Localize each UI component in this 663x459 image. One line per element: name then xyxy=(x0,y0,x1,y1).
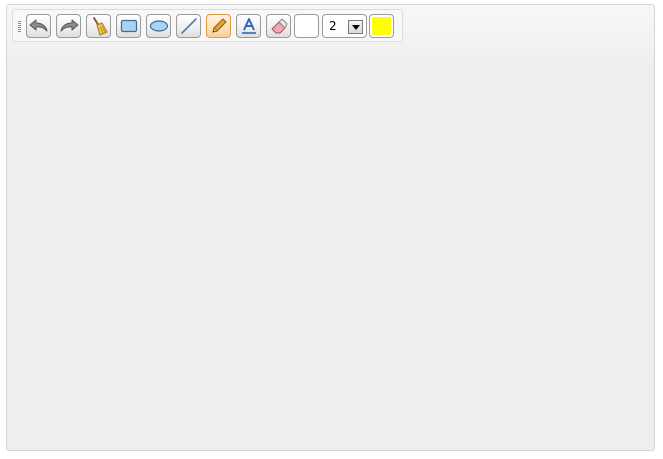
pencil-icon xyxy=(211,18,226,33)
toolbar-grip-handle[interactable] xyxy=(18,21,21,32)
redo-button[interactable] xyxy=(56,14,81,38)
line-width-select[interactable]: 2 xyxy=(322,14,367,38)
text-icon xyxy=(241,18,256,34)
redo-icon xyxy=(60,19,78,32)
eraser-icon xyxy=(271,18,287,34)
chevron-down-icon xyxy=(351,24,360,30)
drawing-toolbar: 2 xyxy=(12,9,403,42)
ellipse-icon xyxy=(149,20,168,32)
clear-button[interactable] xyxy=(86,14,111,38)
line-icon xyxy=(180,18,197,34)
broom-icon xyxy=(92,17,108,36)
stroke-color-swatch[interactable] xyxy=(369,14,394,38)
rectangle-tool-button[interactable] xyxy=(116,14,141,38)
line-tool-button[interactable] xyxy=(176,14,201,38)
eraser-tool-button[interactable] xyxy=(266,14,291,38)
line-width-value: 2 xyxy=(329,19,337,33)
ellipse-tool-button[interactable] xyxy=(146,14,171,38)
pencil-tool-button[interactable] xyxy=(206,14,231,38)
undo-button[interactable] xyxy=(26,14,51,38)
rectangle-icon xyxy=(120,19,137,33)
drawing-canvas[interactable] xyxy=(12,48,650,446)
fill-color-swatch[interactable] xyxy=(294,14,319,38)
text-tool-button[interactable] xyxy=(236,14,261,38)
undo-icon xyxy=(29,19,47,32)
dropdown-arrow[interactable] xyxy=(348,20,363,34)
stroke-color-fill xyxy=(372,17,391,35)
